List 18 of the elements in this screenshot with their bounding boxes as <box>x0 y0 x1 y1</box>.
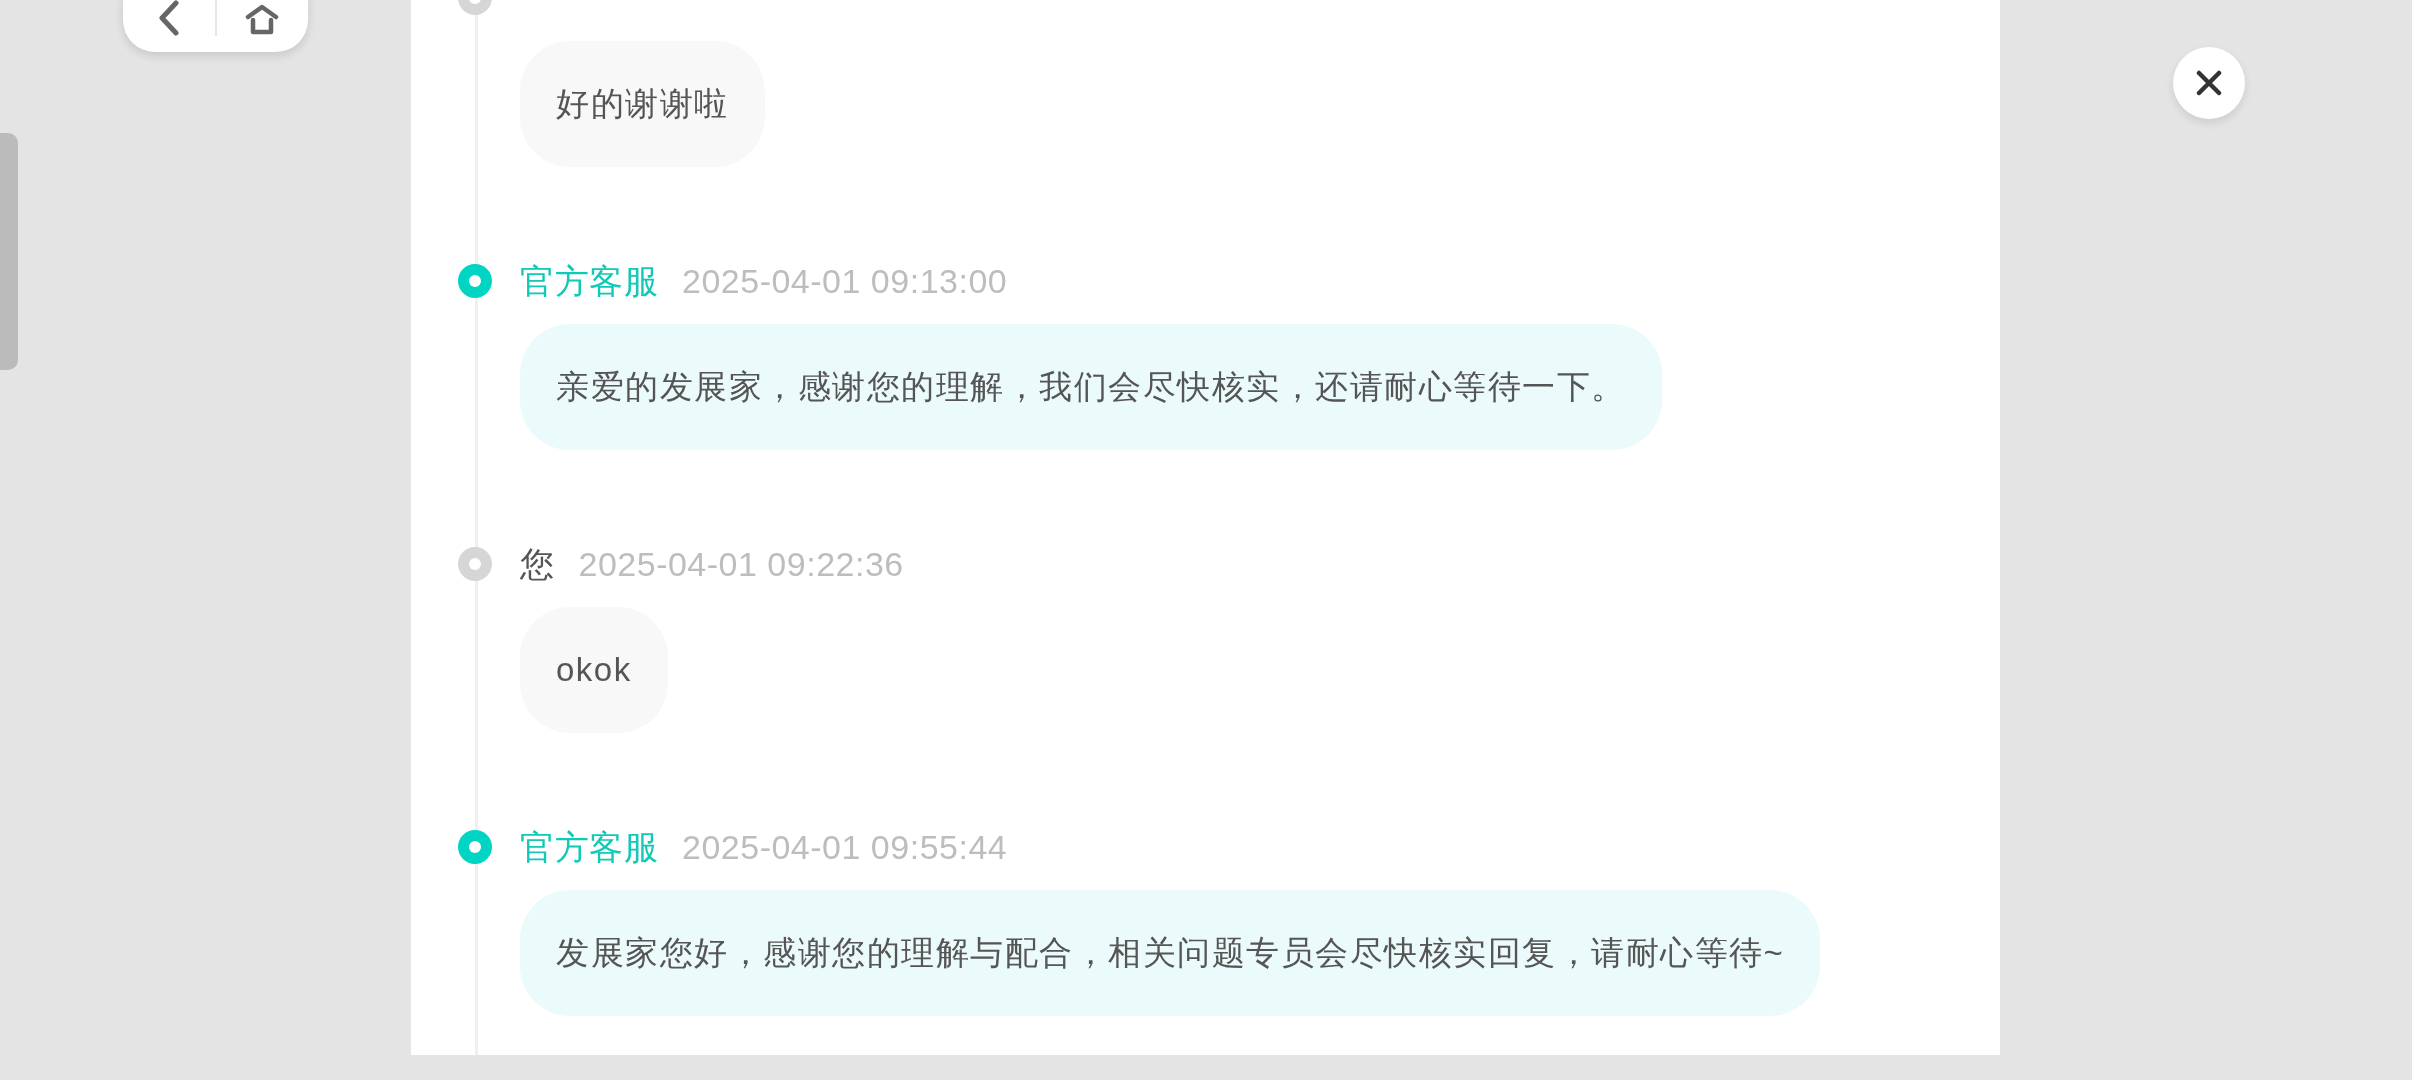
timestamp: 2025-04-01 09:55:44 <box>682 826 1008 868</box>
back-icon <box>157 0 180 36</box>
close-icon <box>2196 70 2222 96</box>
home-icon <box>245 4 280 36</box>
close-button[interactable] <box>2173 47 2245 119</box>
sender-name: 官方客服 <box>520 826 658 868</box>
message-bubble: okok <box>520 607 668 733</box>
timestamp: 2025-04-01 09:13:00 <box>682 260 1008 302</box>
timestamp: 2025-04-01 09:22:36 <box>578 543 904 585</box>
timeline-dot <box>458 547 492 581</box>
timeline-dot <box>458 830 492 864</box>
timeline-dot <box>458 264 492 298</box>
side-handle[interactable] <box>0 133 18 370</box>
message-bubble: 发展家您好，感谢您的理解与配合，相关问题专员会尽快核实回复，请耐心等待~ <box>520 890 1821 1016</box>
message-bubble: 亲爱的发展家，感谢您的理解，我们会尽快核实，还请耐心等待一下。 <box>520 324 1662 450</box>
sender-name: 您 <box>520 543 555 585</box>
sender-name: 官方客服 <box>520 260 658 302</box>
message-bubble: 好的谢谢啦 <box>520 41 765 167</box>
